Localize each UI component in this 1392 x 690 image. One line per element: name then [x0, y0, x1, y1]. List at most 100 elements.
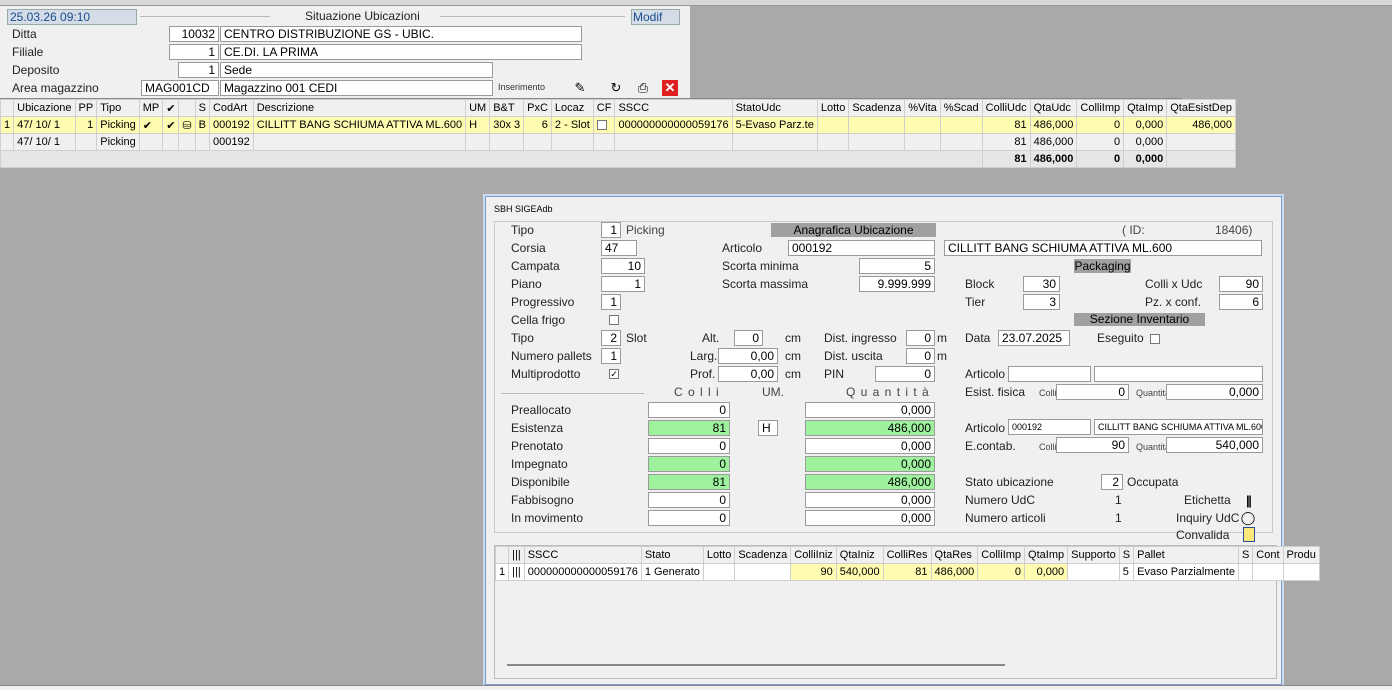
col-header[interactable]: QtaImp	[1024, 546, 1069, 564]
inv-articolo-desc-field[interactable]	[1094, 366, 1263, 382]
col-header[interactable]: CF	[592, 99, 616, 117]
col-header[interactable]: QtaRes	[930, 546, 979, 564]
col-header[interactable]: ColliImp	[977, 546, 1026, 564]
stock-colli-field[interactable]: 0	[648, 510, 730, 526]
stock-qta-field[interactable]: 0,000	[805, 456, 935, 472]
dist-uscita-field[interactable]: 0	[906, 348, 935, 364]
barcode-icon[interactable]: |||	[1240, 492, 1256, 508]
colli-udc-field[interactable]: 90	[1219, 276, 1263, 292]
table-row[interactable]: 1 ||| 000000000000059176 1 Generato 90 5…	[494, 563, 1320, 581]
col-header[interactable]: UM	[465, 99, 491, 117]
area-name-field[interactable]: Magazzino 001 CEDI	[220, 80, 493, 96]
col-header[interactable]: Scadenza	[848, 99, 906, 117]
cf-checkbox[interactable]	[592, 116, 616, 134]
stock-qta-field[interactable]: 486,000	[805, 474, 935, 490]
data-field[interactable]: 23.07.2025	[998, 330, 1070, 346]
col-header[interactable]: Locaz	[550, 99, 594, 117]
articolo-desc-field[interactable]: CILLITT BANG SCHIUMA ATTIVA ML.600	[944, 240, 1262, 256]
esist-qta-field[interactable]: 0,000	[1166, 384, 1263, 400]
col-header[interactable]: Stato	[640, 546, 704, 564]
checkbox-mp[interactable]: ✔	[138, 116, 164, 134]
pz-conf-field[interactable]: 6	[1219, 294, 1263, 310]
print-icon[interactable]: ⎙	[635, 80, 651, 96]
ditta-name-field[interactable]: CENTRO DISTRIBUZIONE GS - UBIC.	[220, 26, 582, 42]
econtab-colli-field[interactable]: 90	[1056, 437, 1129, 453]
col-header[interactable]: ColliUdc	[981, 99, 1031, 117]
cella-frigo-checkbox[interactable]	[609, 315, 619, 325]
deposito-code-field[interactable]: 1	[178, 62, 219, 78]
col-header[interactable]: S	[1237, 546, 1254, 564]
col-header[interactable]: QtaUdc	[1029, 99, 1078, 117]
area-code-field[interactable]: MAG001CD	[141, 80, 219, 96]
col-header[interactable]	[178, 99, 196, 117]
tier-field[interactable]: 3	[1023, 294, 1060, 310]
col-header[interactable]: Supporto	[1067, 546, 1120, 564]
art2-desc-field[interactable]: CILLITT BANG SCHIUMA ATTIVA ML.600	[1094, 419, 1263, 435]
col-header[interactable]	[0, 99, 15, 117]
col-header[interactable]: QtaEsistDep	[1166, 99, 1236, 117]
multiprodotto-checkbox[interactable]: ✓	[609, 369, 619, 379]
stock-colli-field[interactable]: 0	[648, 438, 730, 454]
col-header[interactable]: PP	[74, 99, 98, 117]
stato-code-field[interactable]: 2	[1101, 474, 1123, 490]
deposito-name-field[interactable]: Sede	[220, 62, 493, 78]
piano-field[interactable]: 1	[601, 276, 645, 292]
refresh-icon[interactable]: ↻	[608, 80, 624, 96]
col-header[interactable]: PxC	[523, 99, 552, 117]
stock-um-field[interactable]: H	[758, 420, 778, 436]
econtab-qta-field[interactable]: 540,000	[1166, 437, 1263, 453]
binoculars-icon[interactable]: ⛁	[178, 116, 196, 134]
col-header[interactable]: ColliImp	[1076, 99, 1125, 117]
art2-code-field[interactable]: 000192	[1008, 419, 1091, 435]
col-header[interactable]: B&T	[489, 99, 525, 117]
close-icon[interactable]: ✕	[662, 80, 678, 96]
esist-colli-field[interactable]: 0	[1056, 384, 1129, 400]
col-header[interactable]: ColliRes	[882, 546, 932, 564]
col-header[interactable]: Cont	[1252, 546, 1284, 564]
stock-qta-field[interactable]: 0,000	[805, 438, 935, 454]
stock-colli-field[interactable]: 0	[648, 402, 730, 418]
larg-field[interactable]: 0,00	[718, 348, 778, 364]
col-header[interactable]: ColliIniz	[790, 546, 837, 564]
table-row[interactable]: 47/ 10/ 1 Picking 000192 81 486,000 0 0,…	[0, 133, 1236, 151]
eseguito-checkbox[interactable]	[1150, 334, 1160, 344]
stock-qta-field[interactable]: 0,000	[805, 402, 935, 418]
tipo2-code-field[interactable]: 2	[601, 330, 621, 346]
filiale-code-field[interactable]: 1	[169, 44, 219, 60]
col-header[interactable]: Lotto	[816, 99, 850, 117]
scorta-min-field[interactable]: 5	[859, 258, 935, 274]
col-header[interactable]: Scadenza	[734, 546, 792, 564]
filiale-name-field[interactable]: CE.DI. LA PRIMA	[220, 44, 582, 60]
stock-qta-field[interactable]: 486,000	[805, 420, 935, 436]
convalida-button[interactable]	[1243, 527, 1255, 542]
col-header[interactable]: Produ	[1282, 546, 1320, 564]
col-header[interactable]: S	[194, 99, 210, 117]
col-header[interactable]: Pallet	[1133, 546, 1239, 564]
stock-colli-field[interactable]: 81	[648, 474, 730, 490]
col-header[interactable]: MP	[138, 99, 164, 117]
pallets-field[interactable]: 1	[601, 348, 621, 364]
articolo-code-field[interactable]: 000192	[788, 240, 935, 256]
inv-articolo-code-field[interactable]	[1008, 366, 1091, 382]
corsia-field[interactable]: 47	[601, 240, 637, 256]
col-header[interactable]: Descrizione	[252, 99, 467, 117]
stock-colli-field[interactable]: 81	[648, 420, 730, 436]
alt-field[interactable]: 0	[734, 330, 763, 346]
ditta-code-field[interactable]: 10032	[169, 26, 219, 42]
stock-colli-field[interactable]: 0	[648, 492, 730, 508]
barcode-icon[interactable]: |||	[508, 563, 525, 581]
glasses-icon[interactable]: ◯	[1240, 510, 1256, 526]
prof-field[interactable]: 0,00	[718, 366, 778, 382]
col-header[interactable]: S	[1118, 546, 1135, 564]
checkbox-selected[interactable]: ✔	[162, 116, 180, 134]
table-row[interactable]: 1 47/ 10/ 1 1 Picking ✔ ✔ ⛁ B 000192 CIL…	[0, 116, 1236, 134]
pin-field[interactable]: 0	[875, 366, 935, 382]
col-header[interactable]: %Scad	[939, 99, 983, 117]
col-header[interactable]: SSCC	[614, 99, 733, 117]
col-header[interactable]: QtaImp	[1123, 99, 1168, 117]
col-header[interactable]: SSCC	[523, 546, 642, 564]
stock-qta-field[interactable]: 0,000	[805, 492, 935, 508]
col-header[interactable]: Ubicazione	[13, 99, 76, 117]
col-header[interactable]: ✔	[162, 99, 180, 117]
stock-qta-field[interactable]: 0,000	[805, 510, 935, 526]
